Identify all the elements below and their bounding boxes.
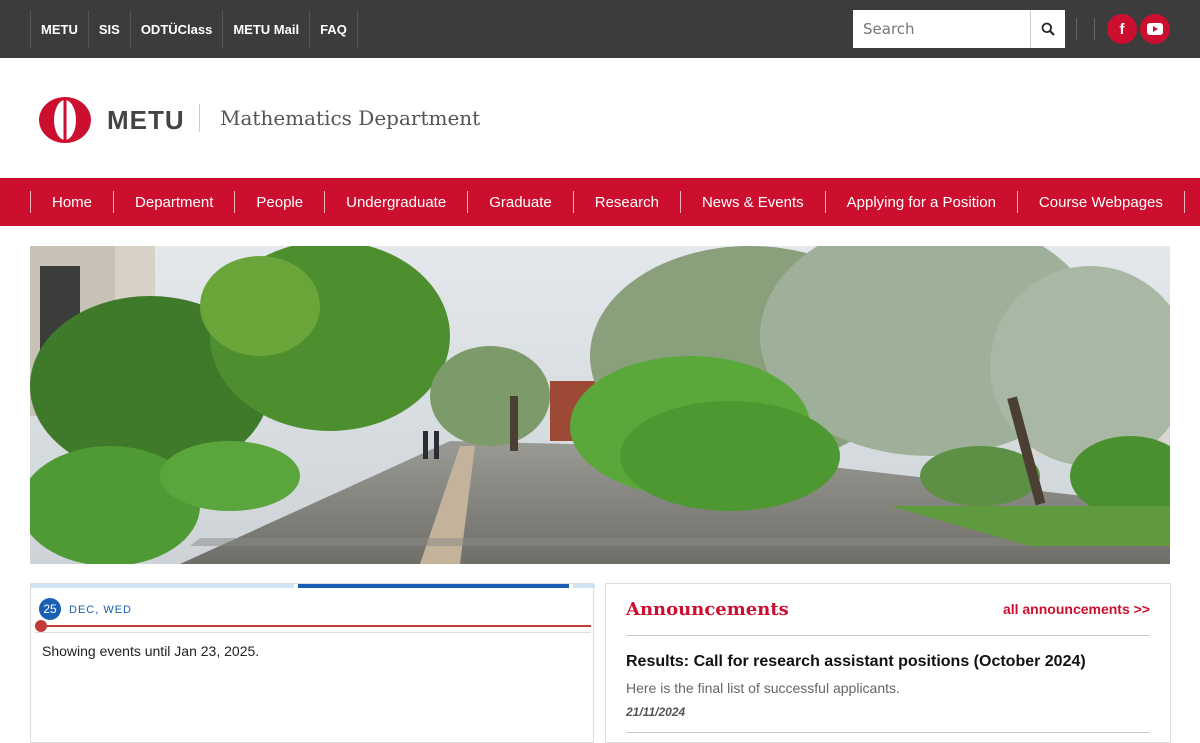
nav-item-people[interactable]: People [234, 191, 324, 213]
campus-photo-illustration [30, 246, 1170, 564]
nav-item-news-events[interactable]: News & Events [679, 191, 825, 213]
nav-item-research[interactable]: Research [572, 191, 680, 213]
nav-item-graduate[interactable]: Graduate [467, 191, 573, 213]
facebook-button[interactable]: f [1107, 14, 1137, 44]
facebook-icon: f [1119, 20, 1125, 38]
top-bar: METU SIS ODTÜClass METU Mail FAQ f [0, 0, 1200, 58]
metu-logo-icon [39, 97, 91, 143]
topbar-divider [1094, 18, 1095, 40]
top-link-odtuclass[interactable]: ODTÜClass [131, 10, 224, 48]
current-time-line [41, 625, 591, 627]
top-link-faq[interactable]: FAQ [310, 10, 358, 48]
events-range-note: Showing events until Jan 23, 2025. [42, 643, 260, 659]
calendar-tab[interactable] [31, 584, 294, 588]
calendar-view-tabs [31, 584, 595, 588]
event-day-badge: 25 [39, 598, 61, 620]
search-input[interactable] [853, 10, 1030, 48]
top-link-metu[interactable]: METU [31, 10, 89, 48]
nav-item-applying[interactable]: Applying for a Position [824, 191, 1017, 213]
current-time-dot [35, 620, 47, 632]
announcements-divider [626, 635, 1150, 636]
announcement-item-description: Here is the final list of successful app… [626, 680, 900, 696]
top-link-metu-mail[interactable]: METU Mail [223, 10, 311, 48]
top-link-sis[interactable]: SIS [89, 10, 131, 48]
all-announcements-link[interactable]: all announcements >> [1003, 601, 1150, 617]
youtube-icon [1147, 23, 1163, 35]
nav-item-undergraduate[interactable]: Undergraduate [324, 191, 467, 213]
logo-text: METU [107, 104, 185, 135]
header-divider [199, 104, 200, 132]
events-calendar: 25 DEC, WED Showing events until Jan 23,… [30, 583, 595, 743]
search-button[interactable] [1030, 10, 1065, 48]
announcement-item-date: 21/11/2024 [626, 705, 686, 719]
youtube-button[interactable] [1140, 14, 1170, 44]
topbar-divider [1076, 18, 1077, 40]
calendar-tab[interactable] [573, 584, 595, 588]
department-title[interactable]: Mathematics Department [220, 106, 480, 130]
campus-photo [30, 246, 1170, 564]
calendar-tab-active[interactable] [298, 584, 569, 588]
main-nav: Home Department People Undergraduate Gra… [0, 178, 1200, 226]
search-box [853, 10, 1065, 48]
nav-item-course-webpages[interactable]: Course Webpages [1016, 191, 1185, 213]
nav-item-home[interactable]: Home [30, 191, 113, 213]
announcements-title: Announcements [626, 599, 789, 620]
events-divider [35, 632, 591, 633]
event-month-weekday: DEC, WED [69, 604, 132, 616]
top-links: METU SIS ODTÜClass METU Mail FAQ [30, 10, 358, 48]
announcements-divider [626, 732, 1150, 733]
metu-logo[interactable]: METU [37, 96, 185, 144]
search-icon [1041, 22, 1055, 36]
site-header: METU Mathematics Department [0, 58, 1200, 178]
nav-item-department[interactable]: Department [113, 191, 234, 213]
announcement-item-title[interactable]: Results: Call for research assistant pos… [626, 653, 1086, 671]
announcements-panel: Announcements all announcements >> Resul… [605, 583, 1171, 743]
